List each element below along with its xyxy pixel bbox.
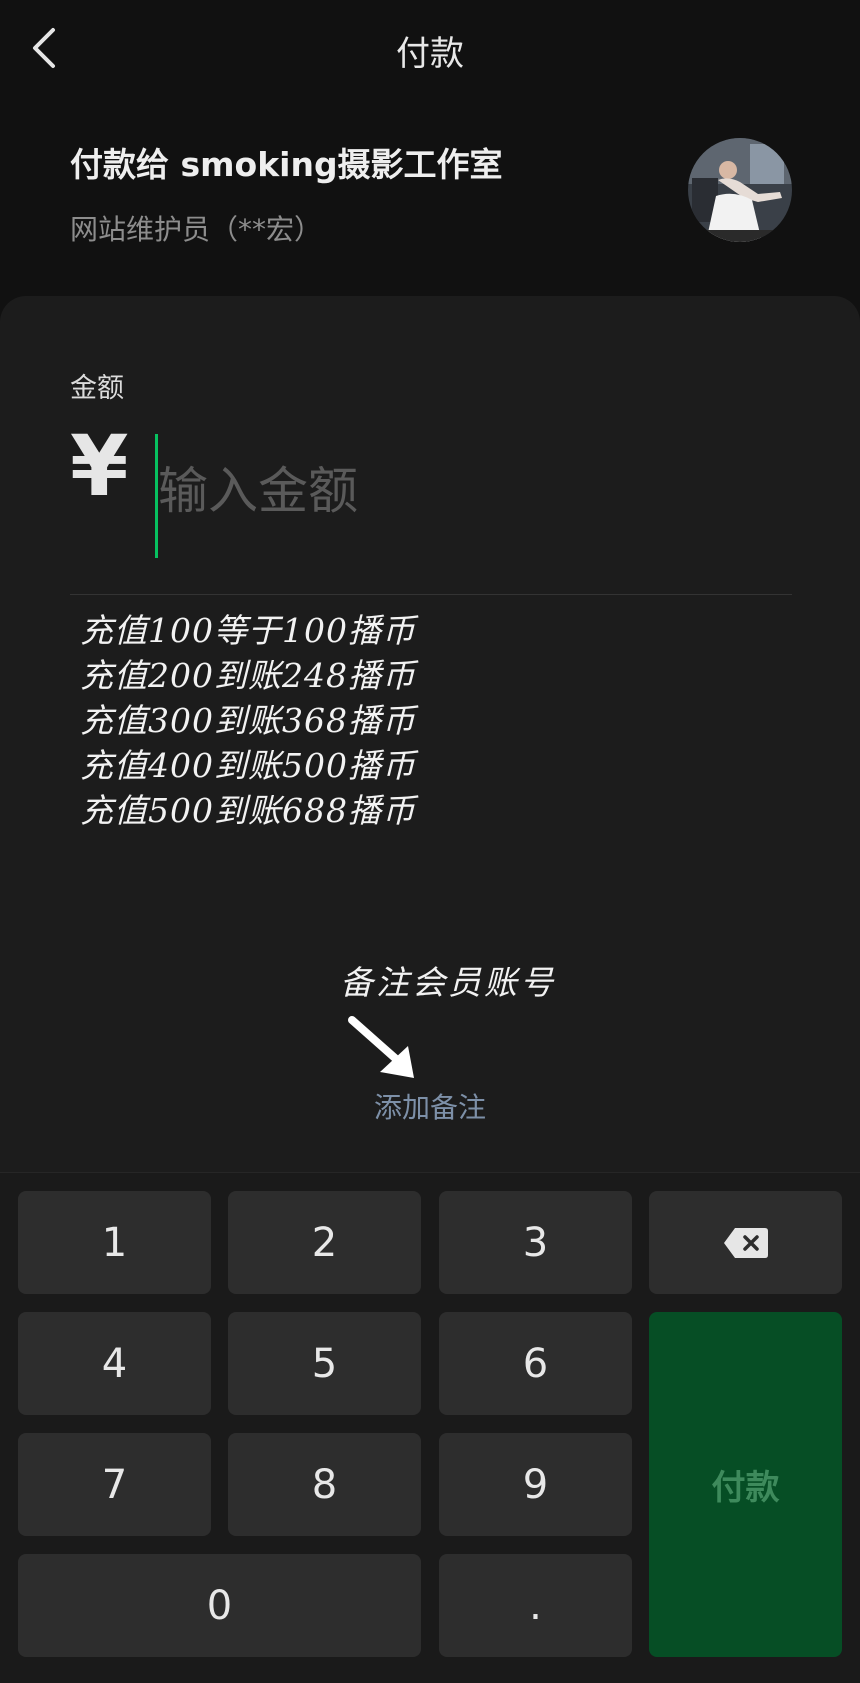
key-2[interactable]: 2 (228, 1191, 421, 1294)
divider (70, 594, 792, 595)
page-title: 付款 (396, 34, 464, 74)
avatar-image (688, 138, 792, 242)
numeric-keypad: 1 2 3 4 5 6 7 8 9 0 . 付款 (0, 1172, 860, 1683)
promo-list: 充值100等于100播币 充值200到账248播币 充值300到账368播币 充… (80, 608, 416, 833)
promo-line: 充值400到账500播币 (80, 746, 416, 785)
top-bar: 付款 (0, 0, 860, 100)
promo-line: 充值300到账368播币 (80, 701, 416, 740)
delete-button[interactable] (649, 1191, 842, 1294)
pay-button[interactable]: 付款 (649, 1312, 842, 1657)
backspace-icon (723, 1227, 768, 1258)
key-decimal[interactable]: . (439, 1554, 632, 1657)
key-4[interactable]: 4 (18, 1312, 211, 1415)
add-note-link[interactable]: 添加备注 (0, 1086, 860, 1126)
text-caret (155, 434, 158, 558)
arrow-icon (348, 1016, 414, 1078)
key-0[interactable]: 0 (18, 1554, 421, 1657)
key-7[interactable]: 7 (18, 1433, 211, 1536)
amount-label: 金额 (70, 373, 124, 404)
key-5[interactable]: 5 (228, 1312, 421, 1415)
key-8[interactable]: 8 (228, 1433, 421, 1536)
avatar (688, 138, 792, 242)
promo-line: 充值200到账248播币 (80, 656, 416, 695)
key-1[interactable]: 1 (18, 1191, 211, 1294)
handwritten-annotation: 备注会员账号 (340, 963, 556, 1002)
key-3[interactable]: 3 (439, 1191, 632, 1294)
amount-input[interactable] (150, 436, 738, 546)
key-6[interactable]: 6 (439, 1312, 632, 1415)
promo-line: 充值100等于100播币 (80, 611, 416, 650)
promo-line: 充值500到账688播币 (80, 791, 416, 830)
payment-card: 金额 ¥ 充值100等于100播币 充值200到账248播币 充值300到账36… (0, 296, 860, 1172)
currency-symbol: ¥ (70, 417, 129, 515)
key-9[interactable]: 9 (439, 1433, 632, 1536)
payee-subtitle: 网站维护员（**宏） (70, 213, 323, 246)
payee-info: 付款给 smoking摄影工作室 网站维护员（**宏） (70, 138, 503, 248)
payee-name: 付款给 smoking摄影工作室 (70, 145, 503, 184)
